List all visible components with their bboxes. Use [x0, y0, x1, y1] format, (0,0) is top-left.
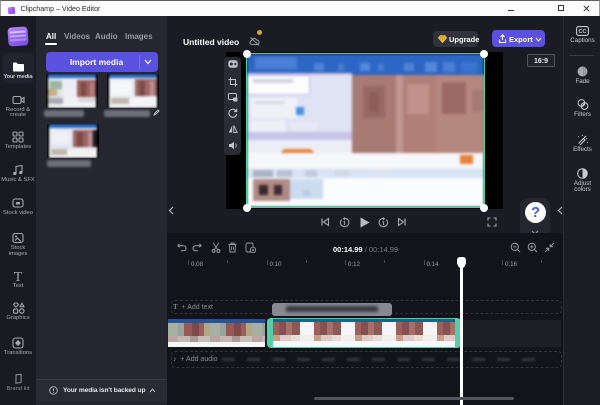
svg-text:CC: CC	[579, 29, 587, 35]
svg-text:T: T	[14, 270, 23, 282]
